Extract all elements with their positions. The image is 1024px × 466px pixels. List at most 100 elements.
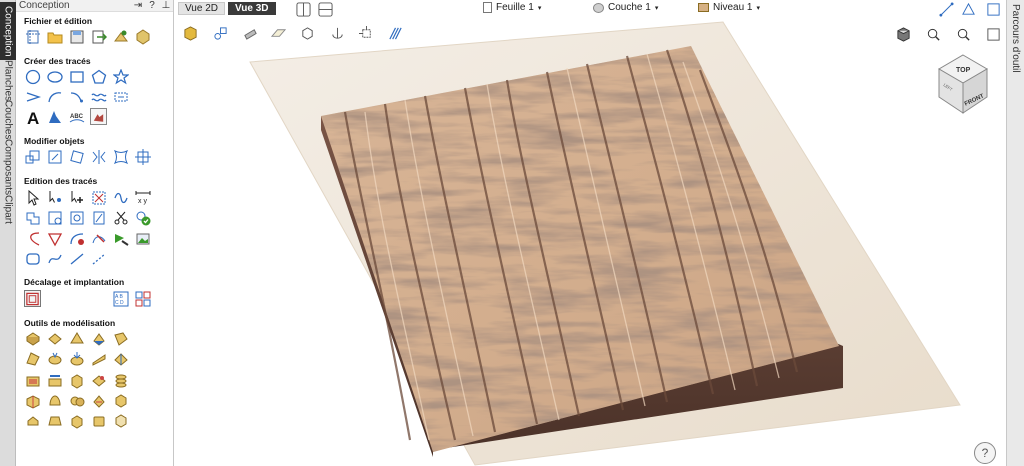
edit-row-1: x y (24, 189, 151, 206)
new-file-icon[interactable] (24, 28, 41, 45)
weld-icon[interactable] (112, 189, 129, 206)
scissors-icon[interactable] (112, 209, 129, 226)
slice-icon[interactable] (24, 372, 41, 389)
autohide-button[interactable]: ⇥ (131, 0, 145, 11)
star-icon[interactable] (112, 68, 129, 85)
curve-icon[interactable] (68, 88, 85, 105)
create-shapes-row-3: A ABC (24, 108, 107, 125)
add-node-icon[interactable] (68, 189, 85, 206)
export-model-icon[interactable] (90, 412, 107, 429)
bake-icon[interactable] (46, 412, 63, 429)
section-title-edit: Edition des tracés (24, 176, 98, 186)
dashed-line-icon[interactable] (90, 250, 107, 267)
save-file-icon[interactable] (68, 28, 85, 45)
scene: TOP FRONT LEFT (249, 21, 988, 466)
image-link-icon[interactable] (134, 230, 151, 247)
tool-panel: Conception ⇥ ? ⊥ Fichier et édition Crée… (16, 0, 174, 466)
extrude-icon[interactable] (46, 330, 63, 347)
tab-composants[interactable]: Composants (0, 139, 16, 195)
tangent-arc-icon[interactable] (24, 230, 41, 247)
text-arc-icon[interactable]: ABC (68, 108, 85, 125)
section-title-modify: Modifier objets (24, 136, 85, 146)
node-edit-icon[interactable] (46, 189, 63, 206)
vector-texture-icon[interactable] (90, 392, 107, 409)
move-icon[interactable] (24, 148, 41, 165)
ellipse-icon[interactable] (46, 68, 63, 85)
model-bounds-icon[interactable] (112, 412, 129, 429)
scale-model-icon[interactable] (112, 392, 129, 409)
align-icon[interactable] (134, 148, 151, 165)
help-icon[interactable]: ? (974, 442, 996, 464)
split-icon[interactable] (68, 392, 85, 409)
svg-text:C D: C D (115, 300, 124, 306)
tab-planches[interactable]: Planches (0, 60, 16, 101)
tab-couches[interactable]: Couches (0, 100, 16, 139)
section-title-create: Créer des tracés (24, 56, 91, 66)
merge-icon[interactable] (46, 392, 63, 409)
interactive-trim-icon[interactable] (90, 189, 107, 206)
text-icon[interactable]: A (24, 108, 41, 125)
angled-texture-icon[interactable] (112, 330, 129, 347)
bitmap-trace-icon[interactable] (90, 108, 107, 125)
polygon-icon[interactable] (90, 68, 107, 85)
create-component-icon[interactable] (24, 412, 41, 429)
weld-component-icon[interactable] (68, 350, 85, 367)
line-segment-icon[interactable] (68, 250, 85, 267)
select-icon[interactable] (24, 189, 41, 206)
node-smooth-icon[interactable] (90, 230, 107, 247)
convert-to-arc-icon[interactable] (46, 230, 63, 247)
arc-icon[interactable] (46, 88, 63, 105)
reset-icon[interactable] (90, 372, 107, 389)
array-copy-icon[interactable] (134, 290, 151, 307)
svg-text:ABC: ABC (70, 114, 84, 120)
help-button[interactable]: ? (145, 0, 159, 11)
view-cube[interactable]: TOP FRONT LEFT (938, 54, 988, 114)
mold-icon[interactable] (24, 392, 41, 409)
circle-icon[interactable] (24, 68, 41, 85)
freeze-icon[interactable] (68, 372, 85, 389)
tab-clipart[interactable]: Clipart (0, 195, 16, 224)
chamfer-icon[interactable] (68, 209, 85, 226)
offset-curve-icon[interactable] (68, 230, 85, 247)
shape-editor-icon[interactable] (24, 330, 41, 347)
two-rail-sweep-icon[interactable] (68, 330, 85, 347)
open-file-icon[interactable] (46, 28, 63, 45)
nesting-icon[interactable]: A BC D (112, 290, 129, 307)
import-model-icon[interactable] (112, 28, 129, 45)
wave-icon[interactable] (90, 88, 107, 105)
3d-viewport[interactable]: Vue 2D Vue 3D Feuille 1 ▾ Couche 1 ▾ Nivea… (175, 0, 1006, 466)
trace-bitmap-icon[interactable] (112, 230, 129, 247)
spline-icon[interactable] (46, 250, 63, 267)
import-icon[interactable] (90, 28, 107, 45)
fillet-icon[interactable] (46, 209, 63, 226)
measure-icon[interactable]: x y (134, 189, 151, 206)
flatten-icon[interactable] (68, 412, 85, 429)
component-icon[interactable] (90, 330, 107, 347)
import-component-icon[interactable] (134, 28, 151, 45)
mirror-icon[interactable] (90, 148, 107, 165)
text-on-curve-icon[interactable] (46, 108, 63, 125)
join-vectors-icon[interactable] (24, 209, 41, 226)
validate-vectors-icon[interactable] (134, 209, 151, 226)
modeling-row-1 (24, 330, 129, 347)
rotate-icon[interactable] (68, 148, 85, 165)
smooth-icon[interactable] (46, 350, 63, 367)
dimension-icon[interactable] (112, 88, 129, 105)
distort-icon[interactable] (112, 148, 129, 165)
tab-conception[interactable]: Conception (0, 2, 16, 60)
extend-icon[interactable] (90, 209, 107, 226)
edit-row-3 (24, 230, 151, 247)
stack-icon[interactable] (112, 372, 129, 389)
polyline-icon[interactable] (24, 88, 41, 105)
texture-icon[interactable] (46, 372, 63, 389)
fade-icon[interactable] (112, 350, 129, 367)
pin-button[interactable]: ⊥ (159, 0, 173, 11)
sculpt-icon[interactable] (24, 350, 41, 367)
rounded-rect-icon[interactable] (24, 250, 41, 267)
offset-icon[interactable] (24, 290, 41, 307)
tilt-icon[interactable] (90, 350, 107, 367)
tab-toolpaths[interactable]: Parcours d'outil (1010, 4, 1021, 73)
scale-icon[interactable] (46, 148, 63, 165)
rectangle-icon[interactable] (68, 68, 85, 85)
